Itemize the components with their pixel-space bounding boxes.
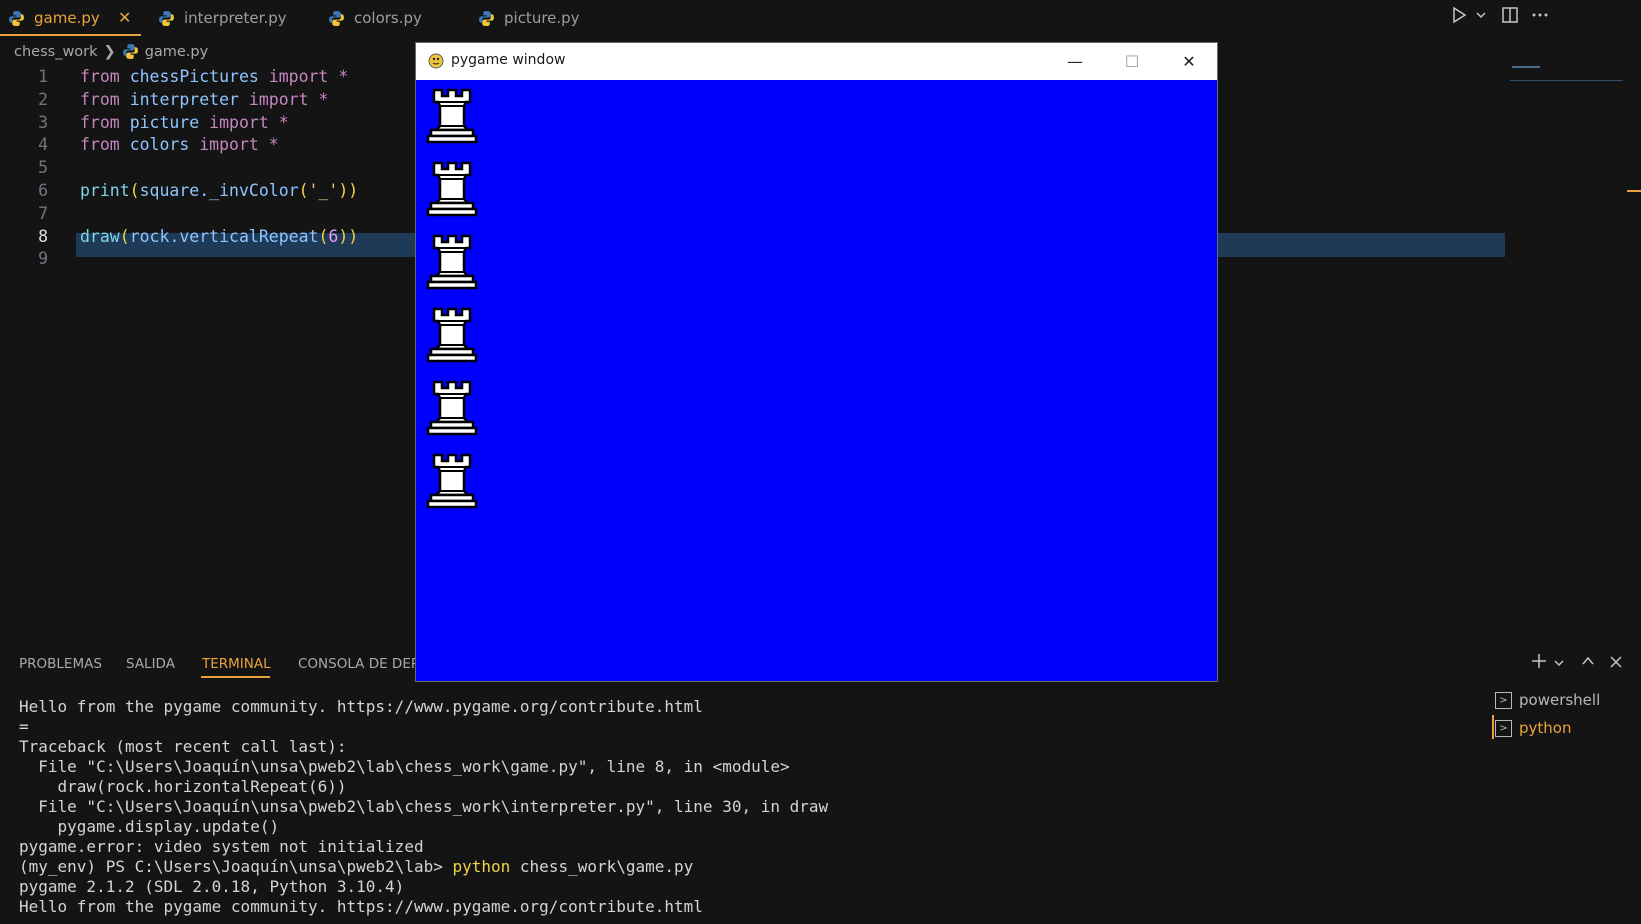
terminal-line: pygame.error: video system not initializ… <box>19 837 424 856</box>
terminal-session-label: python <box>1519 719 1572 737</box>
split-editor-icon[interactable] <box>1501 6 1519 24</box>
terminal-session-list: > powershell > python <box>1495 686 1600 742</box>
terminal-line: pygame 2.1.2 (SDL 2.0.18, Python 3.10.4) <box>19 877 405 896</box>
rook-piece <box>426 380 478 436</box>
breadcrumb-folder[interactable]: chess_work <box>14 44 98 60</box>
breadcrumb: chess_work ❯ game.py <box>14 43 208 60</box>
new-terminal-icon[interactable] <box>1530 652 1548 670</box>
tab-label: interpreter.py <box>184 9 287 27</box>
tab-picture-py[interactable]: picture.py <box>478 0 580 36</box>
line-code[interactable]: from picture import * <box>80 111 289 135</box>
chevron-down-icon[interactable] <box>1553 658 1565 668</box>
python-file-icon <box>122 44 138 59</box>
tab-label: picture.py <box>504 9 580 27</box>
line-number: 7 <box>38 203 48 223</box>
minimap-viewport[interactable] <box>1510 80 1623 81</box>
editor-tab-bar: game.py ✕ interpreter.py colors.py pictu… <box>0 0 1641 36</box>
pygame-window-title: pygame window <box>451 52 566 68</box>
terminal-line: pygame.display.update() <box>19 817 280 836</box>
python-file-icon <box>9 10 24 26</box>
line-number: 1 <box>38 67 48 86</box>
rook-piece <box>426 234 478 290</box>
close-panel-icon[interactable] <box>1609 655 1623 669</box>
tab-salida[interactable]: SALIDA <box>126 656 175 672</box>
tab-interpreter-py[interactable]: interpreter.py <box>158 0 287 36</box>
minimize-button[interactable]: — <box>1046 43 1104 80</box>
terminal-line: Traceback (most recent call last): <box>19 737 347 756</box>
rook-piece <box>426 161 478 217</box>
pygame-window[interactable]: pygame window — ☐ ✕ <box>415 42 1218 682</box>
breadcrumb-separator-icon: ❯ <box>103 43 116 60</box>
terminal-command: python <box>452 857 511 876</box>
breadcrumb-file[interactable]: game.py <box>145 44 209 60</box>
chevron-down-icon[interactable] <box>1475 10 1487 20</box>
tab-label: colors.py <box>354 9 422 27</box>
line-number: 2 <box>38 89 48 109</box>
active-panel-tab-indicator <box>201 676 270 678</box>
terminal-session-label: powershell <box>1519 691 1601 709</box>
rook-piece <box>426 88 478 144</box>
terminal-line: draw(rock.horizontalRepeat(6)) <box>19 777 347 796</box>
pygame-snake-icon <box>428 53 444 69</box>
terminal-line: Hello from the pygame community. https:/… <box>19 897 703 916</box>
close-tab-icon[interactable]: ✕ <box>118 8 131 27</box>
line-code[interactable]: draw(rock.verticalRepeat(6)) <box>80 225 358 249</box>
more-actions-icon[interactable] <box>1531 12 1549 18</box>
pygame-title-bar[interactable]: pygame window — ☐ ✕ <box>416 43 1217 80</box>
terminal-line: Hello from the pygame community. https:/… <box>19 697 703 716</box>
terminal-icon: > <box>1495 691 1512 709</box>
line-number: 6 <box>38 181 48 200</box>
terminal-output[interactable]: Hello from the pygame community. https:/… <box>19 697 1479 917</box>
scrollbar-marker <box>1627 190 1641 192</box>
tab-consola-depuracion[interactable]: CONSOLA DE DEPU <box>298 656 429 672</box>
tab-game-py[interactable]: game.py <box>8 0 100 36</box>
minimap[interactable] <box>1512 66 1540 68</box>
tab-colors-py[interactable]: colors.py <box>328 0 422 36</box>
line-number: 3 <box>38 112 48 132</box>
terminal-session-powershell[interactable]: > powershell <box>1495 686 1600 714</box>
line-code[interactable]: print(square._invColor('_')) <box>80 179 358 203</box>
tab-terminal[interactable]: TERMINAL <box>202 656 271 672</box>
line-number: 9 <box>38 249 48 269</box>
rook-piece <box>426 453 478 509</box>
close-window-button[interactable]: ✕ <box>1160 43 1218 80</box>
terminal-session-python[interactable]: > python <box>1495 714 1600 742</box>
maximize-button[interactable]: ☐ <box>1103 43 1161 80</box>
line-code[interactable]: from interpreter import * <box>80 88 328 112</box>
terminal-command-arg: chess_work\game.py <box>510 857 694 876</box>
run-icon[interactable] <box>1451 6 1467 24</box>
terminal-icon: > <box>1495 719 1512 737</box>
active-tab-indicator <box>0 34 141 36</box>
line-number: 5 <box>38 158 48 178</box>
pygame-canvas[interactable] <box>416 80 1217 681</box>
line-code[interactable]: from colors import * <box>80 133 279 157</box>
line-code[interactable]: from chessPictures import * <box>80 65 348 89</box>
maximize-panel-icon[interactable] <box>1581 655 1595 667</box>
terminal-line: File "C:\Users\Joaquín\unsa\pweb2\lab\ch… <box>19 757 790 776</box>
terminal-line: (my_env) PS C:\Users\Joaquín\unsa\pweb2\… <box>19 857 694 876</box>
terminal-line: File "C:\Users\Joaquín\unsa\pweb2\lab\ch… <box>19 797 829 816</box>
rook-piece <box>426 307 478 363</box>
active-terminal-indicator <box>1492 715 1494 739</box>
terminal-line: = <box>19 717 29 736</box>
python-file-icon <box>479 10 494 26</box>
tab-label: game.py <box>34 9 100 27</box>
python-file-icon <box>159 10 174 26</box>
tab-problemas[interactable]: PROBLEMAS <box>19 656 102 672</box>
python-file-icon <box>329 10 344 26</box>
line-number: 8 <box>38 226 48 246</box>
line-number: 4 <box>38 135 48 155</box>
